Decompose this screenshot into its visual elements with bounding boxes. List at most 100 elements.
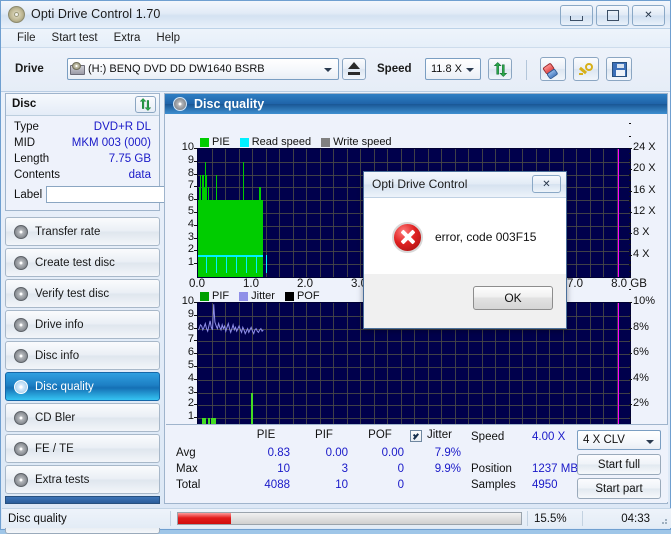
- y-axis-tickmark: [194, 199, 197, 201]
- sidebar-item-drive-info[interactable]: Drive info: [5, 310, 160, 339]
- refresh-button[interactable]: [488, 58, 512, 80]
- y2-axis-minor-tickmark: [629, 244, 631, 245]
- page-title: Disc quality: [194, 97, 265, 111]
- close-button[interactable]: ✕: [632, 5, 665, 26]
- menu-file[interactable]: File: [9, 30, 44, 46]
- sidebar-item-extra-tests[interactable]: Extra tests: [5, 465, 160, 494]
- save-button[interactable]: [606, 57, 632, 81]
- y-axis-tick: 8: [187, 166, 194, 179]
- start-full-button[interactable]: Start full: [577, 454, 661, 475]
- status-bar: Disc quality 15.5% 04:33: [2, 508, 671, 528]
- sidebar-item-label: Disc info: [35, 349, 80, 362]
- pie-bar: [238, 213, 239, 277]
- jitter-checkbox[interactable]: [410, 430, 422, 442]
- y-axis-tickmark: [194, 160, 197, 162]
- resize-grip[interactable]: [658, 515, 668, 525]
- y2-axis-minor-tickmark: [629, 417, 631, 419]
- menu-start-test[interactable]: Start test: [44, 30, 106, 46]
- menu-help[interactable]: Help: [148, 30, 188, 46]
- y2-axis-minor-tickmark: [629, 164, 631, 165]
- y2-axis-minor-tickmark: [629, 161, 631, 163]
- dialog-close-button[interactable]: ✕: [532, 175, 561, 193]
- y2-axis-minor-tickmark: [629, 196, 631, 197]
- y-axis-tick: 3: [187, 384, 194, 397]
- disc-row-value: MKM 003 (000): [71, 137, 151, 149]
- stats-max-pif: 3: [341, 463, 348, 475]
- read-speed-tick: [246, 255, 247, 273]
- start-part-button[interactable]: Start part: [577, 478, 661, 499]
- status-task: Disc quality: [8, 512, 67, 525]
- sidebar-item-verify-test-disc[interactable]: Verify test disc: [5, 279, 160, 308]
- pie-bar: [251, 226, 252, 277]
- info-label-samples: Samples: [471, 479, 516, 491]
- y2-axis-minor-tickmark: [629, 225, 631, 227]
- dialog-message: error, code 003F15: [435, 230, 537, 244]
- disc-icon: [14, 255, 28, 270]
- y-axis-tickmark: [194, 212, 197, 213]
- y2-axis-minor-tickmark: [629, 238, 631, 239]
- refresh-icon: [493, 61, 507, 77]
- y-axis-tickmark: [194, 327, 197, 329]
- minimize-button[interactable]: [560, 5, 593, 26]
- y2-axis-minor-tickmark: [629, 212, 631, 214]
- dialog-ok-button[interactable]: OK: [473, 286, 553, 310]
- disc-row-length: Length 7.75 GB: [6, 151, 159, 167]
- maximize-button[interactable]: [596, 5, 629, 26]
- chevron-down-icon: [319, 62, 336, 77]
- progress-bar-fill: [178, 513, 232, 524]
- y2-axis-minor-tickmark: [629, 222, 631, 224]
- y2-axis-minor-tickmark: [629, 122, 631, 124]
- menu-bar: File Start test Extra Help: [1, 29, 670, 48]
- sidebar-item-fe-te[interactable]: FE / TE: [5, 434, 160, 463]
- disc-refresh-button[interactable]: [135, 96, 156, 113]
- y2-axis-minor-tickmark: [629, 169, 631, 171]
- sidebar-item-disc-quality[interactable]: Disc quality: [5, 372, 160, 401]
- y2-axis-minor-tickmark: [629, 270, 631, 272]
- y-axis-tick: 7: [187, 179, 194, 192]
- erase-button[interactable]: [540, 57, 566, 81]
- chevron-down-icon: [641, 434, 658, 449]
- y2-axis-minor-tickmark: [629, 327, 631, 329]
- menu-extra[interactable]: Extra: [106, 30, 149, 46]
- y-axis-tickmark: [194, 340, 197, 342]
- sidebar: Disc Type DVD+R DL MID MKM 003 (000) Len…: [5, 93, 249, 534]
- y-axis-tick: 5: [187, 359, 194, 371]
- sidebar-item-create-test-disc[interactable]: Create test disc: [5, 248, 160, 277]
- info-value-speed: 4.00 X: [532, 431, 566, 443]
- info-label-speed: Speed: [471, 431, 505, 443]
- sidebar-item-label: CD Bler: [35, 411, 76, 424]
- y-axis-tickmark: [194, 186, 197, 188]
- read-speed-line: [198, 255, 263, 257]
- legend-swatch-read-speed: [239, 137, 249, 147]
- legend-label-jitter: Jitter: [251, 290, 275, 302]
- drive-select[interactable]: (H:) BENQ DVD DD DW1640 BSRB: [67, 58, 339, 80]
- disc-icon: [14, 410, 28, 425]
- main-panel-header: Disc quality: [165, 94, 667, 114]
- key-button[interactable]: [573, 57, 599, 81]
- stats-row-label-max: Max: [176, 463, 198, 475]
- drive-select-value: (H:) BENQ DVD DD DW1640 BSRB: [88, 63, 265, 75]
- y2-axis-minor-tickmark: [629, 289, 631, 291]
- legend-swatch-write-speed: [321, 137, 331, 147]
- y2-axis-minor-tickmark: [629, 135, 631, 137]
- x-axis-tick: 1.0: [243, 278, 259, 290]
- y2-axis-tick: 4 X: [633, 247, 650, 260]
- y2-axis-tick: 8 X: [633, 226, 650, 239]
- y-axis-tick: 4: [187, 371, 194, 384]
- error-icon: [392, 221, 423, 253]
- speed-select[interactable]: 11.8 X: [425, 58, 481, 80]
- write-speed-select[interactable]: 4 X CLV: [577, 430, 661, 450]
- disc-row-key: MID: [14, 137, 36, 149]
- sidebar-item-cd-bler[interactable]: CD Bler: [5, 403, 160, 432]
- disc-row-key: Contents: [14, 169, 61, 181]
- y-axis-tick: 10: [181, 141, 194, 153]
- y2-axis-tick: 2%: [633, 397, 649, 410]
- stats-avg-jitter: 7.9%: [434, 447, 461, 459]
- info-value-samples: 4950: [532, 479, 558, 491]
- stats-avg-pif: 0.00: [325, 447, 348, 459]
- legend-swatch-jitter: [239, 291, 249, 301]
- sidebar-item-disc-info[interactable]: Disc info: [5, 341, 160, 370]
- y2-axis-minor-tickmark: [629, 302, 631, 303]
- sidebar-item-transfer-rate[interactable]: Transfer rate: [5, 217, 160, 246]
- eject-button[interactable]: [342, 58, 366, 80]
